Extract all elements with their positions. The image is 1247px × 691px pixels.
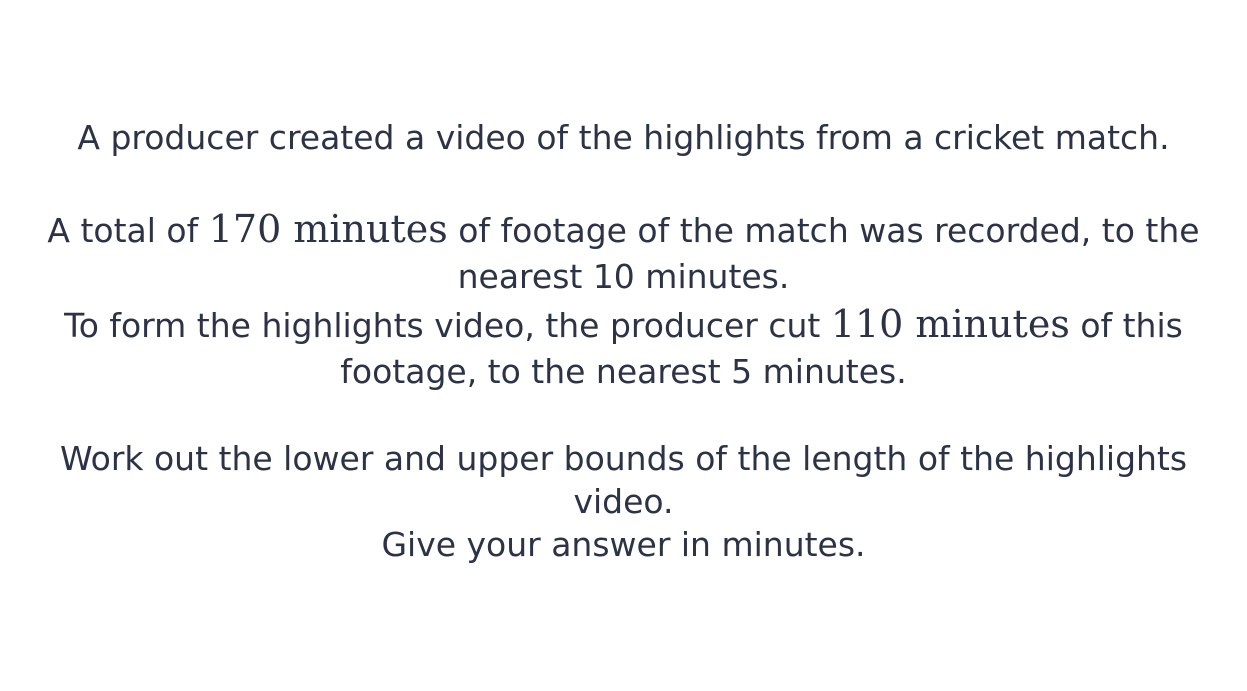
cut-text-after: of this [1069, 306, 1183, 345]
recorded-text-before: A total of [47, 211, 209, 250]
recorded-text-line1: A total of 170 minutes of footage of the… [0, 206, 1247, 254]
recorded-text-line2: nearest 10 minutes. [457, 257, 790, 296]
cut-text-line1: To form the highlights video, the produc… [0, 301, 1247, 349]
instruction-text: Give your answer in minutes. [381, 525, 866, 564]
cut-minutes-math: 110 minutes [830, 302, 1070, 346]
task-text-line2: video. [573, 482, 674, 521]
question-card: A producer created a video of the highli… [0, 0, 1247, 691]
cut-text-before: To form the highlights video, the produc… [64, 306, 831, 345]
recorded-minutes-math: 170 minutes [208, 207, 448, 251]
intro-text: A producer created a video of the highli… [77, 118, 1170, 157]
task-text-line1: Work out the lower and upper bounds of t… [59, 439, 1188, 478]
recorded-text-after: of footage of the match was recorded, to… [447, 211, 1200, 250]
cut-text-line2: footage, to the nearest 5 minutes. [340, 352, 907, 391]
